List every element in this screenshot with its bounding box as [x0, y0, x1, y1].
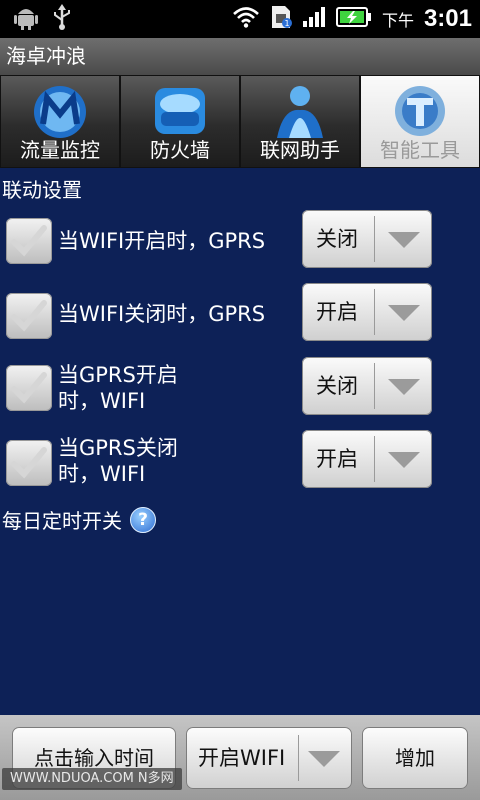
spinner-value: 关闭	[316, 374, 358, 398]
spinner-value: 关闭	[316, 227, 358, 251]
check-icon	[11, 225, 47, 257]
dropdown-arrow-icon	[308, 751, 340, 767]
daily-timer-row: 每日定时开关 ?	[2, 505, 156, 534]
add-button[interactable]: 增加	[362, 727, 468, 789]
spinner-divider	[374, 363, 375, 409]
usb-icon	[52, 4, 72, 34]
smart-tools-icon	[389, 82, 451, 140]
rule-label-line: 当GPRS关闭	[58, 436, 178, 460]
svg-text:1: 1	[284, 19, 289, 28]
network-assistant-icon	[269, 82, 331, 140]
signal-icon	[302, 6, 326, 32]
status-bar: 1 下午 3:01	[0, 0, 480, 38]
rule-state-spinner[interactable]: 开启	[302, 283, 432, 341]
tab-traffic-monitor[interactable]: 流量监控	[0, 75, 120, 168]
wifi-mode-spinner[interactable]: 开启WIFI	[186, 727, 352, 789]
spinner-value: 开启	[316, 447, 358, 471]
section-title: 联动设置	[2, 178, 82, 202]
android-icon	[14, 4, 38, 34]
rule-label-line: 时，WIFI	[58, 389, 146, 413]
help-icon[interactable]: ?	[130, 506, 156, 533]
watermark: WWW.NDUOA.COM N多网	[2, 768, 182, 790]
rule-label-line: 当GPRS开启	[58, 363, 178, 387]
rule-label: 当WIFI关闭时，GPRS	[58, 302, 266, 326]
rule-state-spinner[interactable]: 开启	[302, 430, 432, 488]
status-ampm: 下午	[381, 11, 414, 30]
list-item: 当WIFI关闭时，GPRS 开启	[0, 283, 480, 345]
tab-label: 智能工具	[380, 138, 460, 162]
wifi-icon	[232, 6, 260, 32]
spinner-value: 开启	[316, 300, 358, 324]
spinner-divider	[374, 216, 375, 262]
check-icon	[11, 372, 47, 404]
check-icon	[11, 447, 47, 479]
spinner-divider	[298, 735, 299, 781]
rule-state-spinner[interactable]: 关闭	[302, 210, 432, 268]
dropdown-arrow-icon	[388, 452, 420, 468]
dropdown-arrow-icon	[388, 232, 420, 248]
rule-label: 当GPRS关闭 时，WIFI	[58, 435, 178, 487]
list-item: 当GPRS开启 时，WIFI 关闭	[0, 357, 480, 419]
status-time: 3:01	[423, 5, 472, 32]
spinner-value: 开启WIFI	[198, 746, 286, 770]
list-item: 当GPRS关闭 时，WIFI 开启	[0, 430, 480, 492]
check-icon	[11, 300, 47, 332]
rule-checkbox[interactable]	[6, 440, 52, 486]
dropdown-arrow-icon	[388, 379, 420, 395]
rule-label: 当GPRS开启 时，WIFI	[58, 362, 178, 414]
tab-label: 联网助手	[260, 138, 340, 162]
spinner-divider	[374, 289, 375, 335]
rule-label: 当WIFI开启时，GPRS	[58, 229, 266, 253]
daily-timer-label: 每日定时开关	[2, 509, 122, 533]
rule-checkbox[interactable]	[6, 365, 52, 411]
list-item: 当WIFI开启时，GPRS 关闭	[0, 210, 480, 272]
app-title: 海卓冲浪	[0, 38, 480, 75]
tab-firewall[interactable]: 防火墙	[120, 75, 240, 168]
tab-smart-tools[interactable]: 智能工具	[360, 75, 480, 168]
sim-icon: 1	[270, 4, 292, 34]
tab-label: 流量监控	[20, 138, 100, 162]
tab-label: 防火墙	[150, 138, 210, 162]
rule-state-spinner[interactable]: 关闭	[302, 357, 432, 415]
battery-charging-icon	[335, 6, 372, 32]
rule-label-line: 时，WIFI	[58, 462, 146, 486]
rule-checkbox[interactable]	[6, 293, 52, 339]
tab-network-assistant[interactable]: 联网助手	[240, 75, 360, 168]
tab-bar: 流量监控 防火墙 联网助手 智能工具	[0, 75, 480, 168]
firewall-icon	[149, 82, 211, 140]
traffic-monitor-icon	[29, 82, 91, 140]
spinner-divider	[374, 436, 375, 482]
rule-checkbox[interactable]	[6, 218, 52, 264]
dropdown-arrow-icon	[388, 305, 420, 321]
